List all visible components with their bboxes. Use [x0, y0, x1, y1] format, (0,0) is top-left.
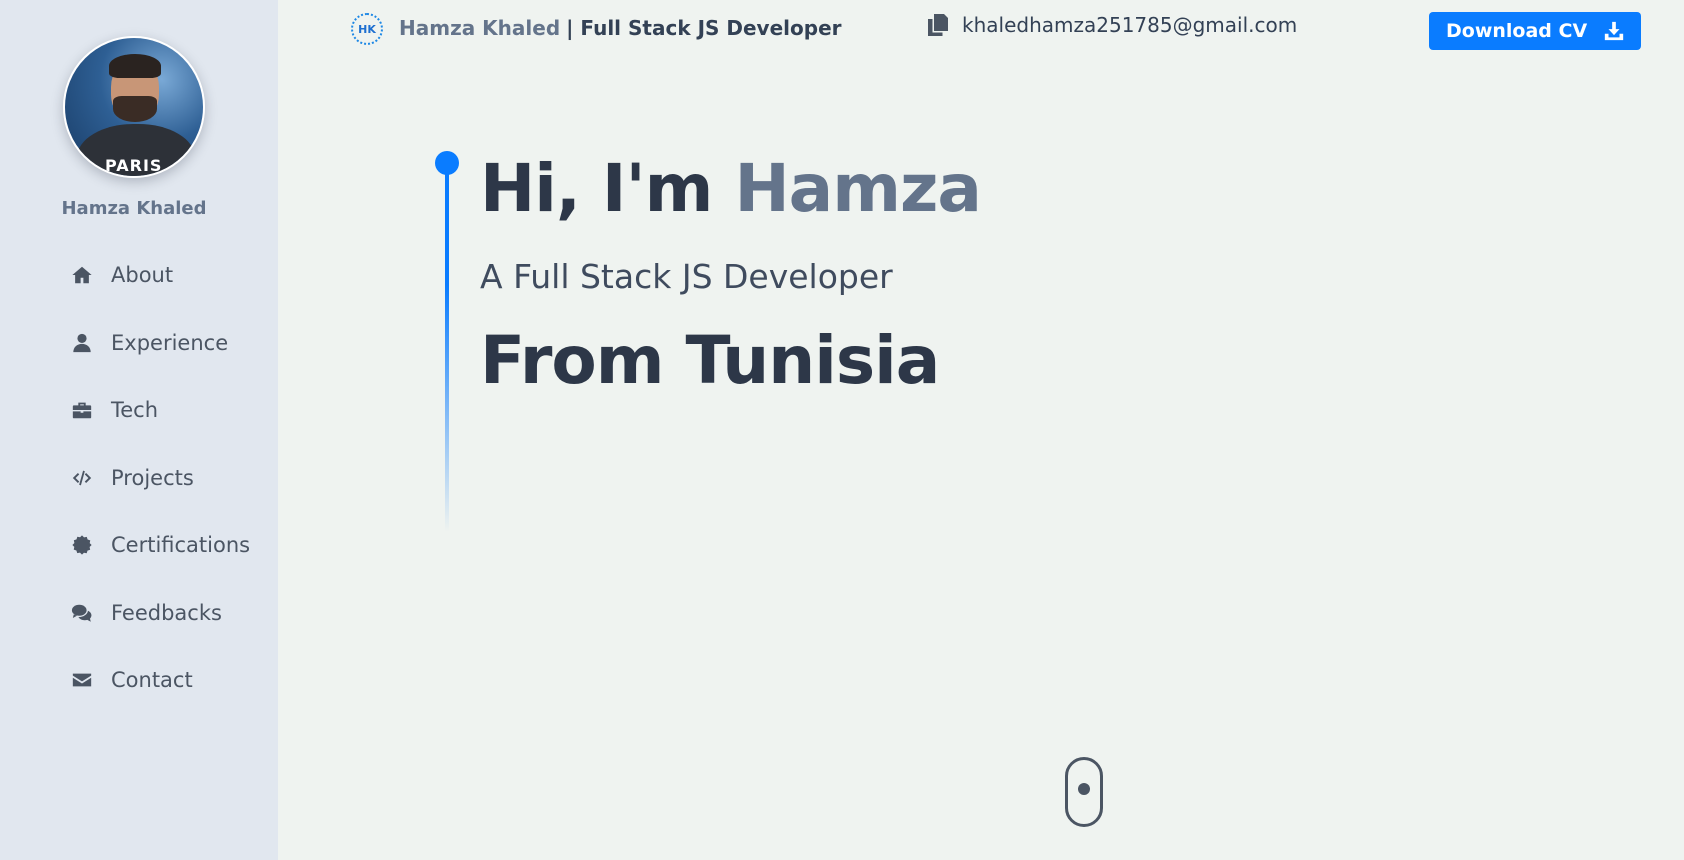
- sidebar-item-feedbacks[interactable]: Feedbacks: [70, 595, 250, 631]
- hero-accent-line: [445, 152, 449, 532]
- sidebar: PARIS Hamza Khaled About Experience Tech: [0, 0, 278, 860]
- hero-accent-dot: [435, 151, 459, 175]
- home-icon: [70, 263, 94, 287]
- sidebar-item-projects[interactable]: Projects: [70, 460, 250, 496]
- sidebar-item-label: Feedbacks: [111, 600, 222, 625]
- sidebar-item-tech[interactable]: Tech: [70, 392, 250, 428]
- download-icon: [1604, 21, 1624, 41]
- email-address: khaledhamza251785@gmail.com: [962, 13, 1298, 37]
- mouse-wheel-icon: [1078, 783, 1090, 795]
- sidebar-item-label: Experience: [111, 330, 229, 355]
- brand-title: Hamza Khaled | Full Stack JS Developer: [399, 16, 842, 40]
- sidebar-item-certifications[interactable]: Certifications: [70, 527, 250, 563]
- code-icon: [70, 466, 94, 490]
- profile-name: Hamza Khaled: [61, 198, 207, 219]
- certificate-icon: [70, 533, 94, 557]
- hero-subtitle: A Full Stack JS Developer: [480, 257, 893, 296]
- brand-role: | Full Stack JS Developer: [566, 16, 842, 40]
- sidebar-item-about[interactable]: About: [70, 257, 250, 293]
- email-contact[interactable]: khaledhamza251785@gmail.com: [928, 13, 1297, 37]
- sidebar-item-contact[interactable]: Contact: [70, 662, 250, 698]
- logo-initials: HK: [358, 22, 376, 36]
- download-cv-button[interactable]: Download CV: [1429, 12, 1641, 50]
- sidebar-item-label: About: [111, 263, 174, 287]
- sidebar-item-label: Projects: [111, 465, 194, 490]
- logo-badge[interactable]: HK: [351, 13, 383, 45]
- sidebar-item-label: Certifications: [111, 533, 251, 557]
- sidebar-item-label: Contact: [111, 668, 193, 692]
- scroll-down-indicator[interactable]: [1065, 757, 1103, 827]
- avatar: PARIS: [63, 36, 205, 178]
- comments-icon: [70, 601, 94, 625]
- copy-icon: [928, 14, 948, 36]
- hero-name: Hamza: [734, 150, 981, 227]
- sidebar-nav: About Experience Tech Projects Certifica…: [70, 257, 250, 730]
- user-icon: [70, 331, 94, 355]
- briefcase-icon: [70, 398, 94, 422]
- hero-title: Hi, I'm Hamza: [480, 150, 982, 227]
- hero-origin: From Tunisia: [480, 322, 940, 399]
- download-cv-label: Download CV: [1446, 20, 1588, 42]
- sidebar-item-label: Tech: [111, 398, 159, 422]
- envelope-icon: [70, 668, 94, 692]
- brand-name: Hamza Khaled: [399, 16, 561, 40]
- hero-greeting: Hi, I'm: [480, 150, 713, 227]
- avatar-shirt-text: PARIS: [105, 156, 163, 175]
- sidebar-item-experience[interactable]: Experience: [70, 325, 250, 361]
